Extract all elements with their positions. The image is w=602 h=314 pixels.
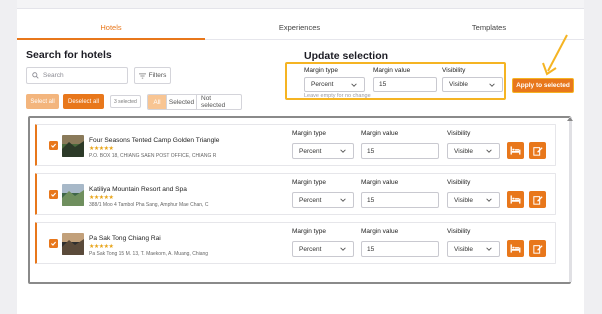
apply-to-selected-button[interactable]: Apply to selected bbox=[512, 78, 574, 93]
margin-value-label: Margin value bbox=[361, 179, 399, 186]
chevron-down-icon bbox=[489, 83, 495, 87]
hotel-row[interactable]: Katiliya Mountain Resort and Spa ★★★★★ 388… bbox=[35, 173, 556, 215]
star-rating: ★★★★★ bbox=[89, 146, 114, 152]
hotel-name[interactable]: Four Seasons Tented Camp Golden Triangle bbox=[89, 137, 219, 144]
visibility-label: Visibility bbox=[447, 179, 471, 186]
tab-bar: Hotels Experiences Templates bbox=[17, 18, 584, 40]
bulk-visibility-select[interactable]: Visible bbox=[442, 77, 503, 92]
margin-value-input[interactable]: 15 bbox=[361, 241, 439, 257]
hotel-thumbnail bbox=[62, 184, 84, 206]
edit-icon[interactable] bbox=[529, 142, 546, 159]
bed-icon[interactable] bbox=[507, 240, 524, 257]
filters-button[interactable]: Filters bbox=[134, 67, 171, 84]
chevron-down-icon bbox=[340, 247, 346, 251]
bed-icon[interactable] bbox=[507, 191, 524, 208]
bed-icon[interactable] bbox=[507, 142, 524, 159]
hotel-thumbnail bbox=[62, 135, 84, 157]
search-placeholder: Search bbox=[43, 72, 64, 79]
star-rating: ★★★★★ bbox=[89, 195, 114, 201]
margin-type-select[interactable]: Percent bbox=[292, 192, 354, 208]
scroll-up-arrow[interactable] bbox=[567, 117, 573, 121]
chevron-down-icon bbox=[351, 83, 357, 87]
margin-type-value: Percent bbox=[299, 147, 322, 155]
chevron-down-icon bbox=[340, 198, 346, 202]
tab-hotels[interactable]: Hotels bbox=[17, 18, 205, 40]
filter-icon bbox=[138, 73, 146, 78]
segment-not-selected[interactable]: Not selected bbox=[196, 95, 241, 109]
bulk-visibility-value: Visible bbox=[449, 81, 469, 88]
bulk-margin-type-select[interactable]: Percent bbox=[304, 77, 365, 92]
scrollbar-track[interactable] bbox=[569, 117, 572, 282]
tab-experiences[interactable]: Experiences bbox=[205, 18, 394, 40]
margin-type-value: Percent bbox=[299, 196, 322, 204]
selection-filter-segment: All Selected Not selected bbox=[147, 94, 242, 110]
bulk-margin-value-input[interactable]: 15 bbox=[373, 77, 437, 92]
visibility-value: Visible bbox=[454, 147, 474, 155]
star-rating: ★★★★★ bbox=[89, 244, 114, 250]
hotel-name[interactable]: Katiliya Mountain Resort and Spa bbox=[89, 186, 187, 193]
select-all-button[interactable]: Select all bbox=[26, 94, 59, 109]
arrow-icon bbox=[542, 34, 568, 76]
visibility-select[interactable]: Visible bbox=[447, 241, 500, 257]
visibility-value: Visible bbox=[454, 245, 474, 253]
search-input[interactable]: Search bbox=[26, 67, 128, 84]
margin-type-select[interactable]: Percent bbox=[292, 143, 354, 159]
chevron-down-icon bbox=[486, 247, 492, 251]
checkbox-icon[interactable] bbox=[49, 239, 58, 248]
edit-icon[interactable] bbox=[529, 240, 546, 257]
visibility-value: Visible bbox=[454, 196, 474, 204]
bulk-visibility-label: Visibility bbox=[442, 67, 466, 74]
margin-type-value: Percent bbox=[299, 245, 322, 253]
visibility-select[interactable]: Visible bbox=[447, 192, 500, 208]
deselect-all-button[interactable]: Deselect all bbox=[63, 94, 104, 109]
hotel-address: P.O. BOX 18, CHIANG SAEN POST OFFICE, CH… bbox=[89, 153, 217, 159]
hotel-name[interactable]: Pa Sak Tong Chiang Rai bbox=[89, 235, 161, 242]
visibility-select[interactable]: Visible bbox=[447, 143, 500, 159]
bulk-margin-type-label: Margin type bbox=[304, 67, 338, 74]
margin-type-label: Margin type bbox=[292, 179, 326, 186]
bulk-margin-value-label: Margin value bbox=[373, 67, 411, 74]
update-heading: Update selection bbox=[304, 50, 389, 62]
checkbox-icon[interactable] bbox=[49, 141, 58, 150]
visibility-label: Visibility bbox=[447, 130, 471, 137]
bulk-margin-type-value: Percent bbox=[311, 81, 334, 88]
chevron-down-icon bbox=[486, 198, 492, 202]
filters-label: Filters bbox=[148, 72, 167, 79]
margin-type-label: Margin type bbox=[292, 228, 326, 235]
leave-empty-hint: Leave empty for no change bbox=[304, 93, 371, 99]
segment-selected[interactable]: Selected bbox=[166, 95, 196, 109]
search-heading: Search for hotels bbox=[26, 49, 112, 61]
selected-count-badge: 3 selected bbox=[110, 95, 141, 108]
margin-type-label: Margin type bbox=[292, 130, 326, 137]
top-band bbox=[17, 0, 584, 9]
hotel-row[interactable]: Four Seasons Tented Camp Golden Triangle… bbox=[35, 124, 556, 166]
margin-value-label: Margin value bbox=[361, 130, 399, 137]
margin-value-input[interactable]: 15 bbox=[361, 192, 439, 208]
visibility-label: Visibility bbox=[447, 228, 471, 235]
margin-value-input[interactable]: 15 bbox=[361, 143, 439, 159]
hotel-thumbnail bbox=[62, 233, 84, 255]
hotel-address: 388/1 Moo 4 Tambol Pha Sang, Amphur Mae … bbox=[89, 202, 209, 208]
edit-icon[interactable] bbox=[529, 191, 546, 208]
margin-value-label: Margin value bbox=[361, 228, 399, 235]
segment-all[interactable]: All bbox=[148, 95, 166, 109]
hotel-address: Pa Sak Tong 15 M. 13, T. Maekorn, A. Mua… bbox=[89, 251, 209, 257]
search-icon bbox=[32, 72, 39, 79]
hotel-row[interactable]: Pa Sak Tong Chiang Rai ★★★★★ Pa Sak Tong 1… bbox=[35, 222, 556, 264]
chevron-down-icon bbox=[340, 149, 346, 153]
margin-type-select[interactable]: Percent bbox=[292, 241, 354, 257]
checkbox-icon[interactable] bbox=[49, 190, 58, 199]
chevron-down-icon bbox=[486, 149, 492, 153]
